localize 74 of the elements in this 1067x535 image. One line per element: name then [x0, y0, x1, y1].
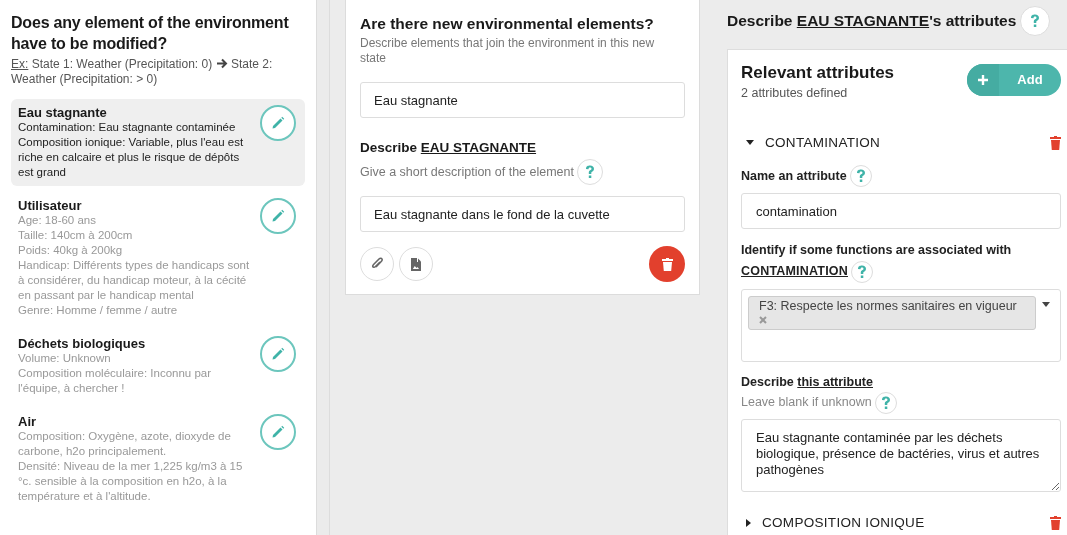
caret-down-icon	[746, 140, 754, 146]
help-button[interactable]	[849, 165, 872, 187]
remove-icon[interactable]	[759, 315, 767, 324]
delete-attribute-button[interactable]	[1050, 515, 1061, 530]
element-detail: Volume: Unknown	[18, 351, 112, 366]
field-label: Describe this attribute	[741, 373, 874, 391]
trash-icon	[1050, 135, 1061, 150]
help-icon	[857, 264, 867, 279]
element-detail: Composition ionique: Variable, plus l'eau est riche en calcaire et plus le risque de dépôts est grand	[18, 135, 245, 180]
functions-select[interactable]: F3: Respecte les normes sanitaires en vigueur	[741, 288, 1061, 362]
delete-attribute-button[interactable]	[1050, 135, 1061, 150]
edit-button[interactable]	[260, 414, 296, 450]
help-button[interactable]	[851, 260, 873, 283]
help-button[interactable]	[874, 391, 897, 414]
section-subtitle: Describe elements that join the environment in this new state	[360, 36, 656, 66]
edit-button[interactable]	[260, 336, 296, 372]
attribute-name-input[interactable]: contamination	[741, 193, 1061, 229]
pencil-icon	[271, 209, 285, 223]
help-icon	[585, 165, 595, 180]
delete-button[interactable]	[649, 246, 685, 283]
element-detail: Handicap: Différents types de handicaps sont à considérer, du handicap moteur, à la cécité en passant par le handicap mental	[18, 258, 251, 303]
help-icon	[1030, 14, 1041, 28]
element-item[interactable]: Eau stagnante Contamination: Eau stagnante contaminée Composition ionique: Variable, plus l'eau est riche en calcaire et plus le risque de dépôts est grand	[11, 99, 305, 186]
attach-button[interactable]	[360, 247, 394, 282]
field-label: Identify if some functions are associated with	[741, 242, 1013, 259]
trash-icon	[1050, 515, 1061, 530]
example-text: Ex: State 1: Weather (Precipitation: 0) State 2: Weather (Precipitation: > 0)	[11, 57, 274, 87]
image-file-icon	[411, 257, 421, 271]
help-icon	[855, 169, 866, 183]
section-title: Describe EAU STAGNANTE's attributes	[727, 11, 1017, 32]
element-link[interactable]: EAU STAGNANTE	[420, 140, 537, 155]
section-title: Are there new environmental elements?	[360, 14, 655, 34]
caret-right-icon	[746, 518, 751, 527]
element-name: Utilisateur	[18, 198, 83, 213]
element-detail: Age: 18-60 ans	[18, 213, 97, 228]
element-detail: Composition moléculaire: Inconnu par l'équipe, à chercher !	[18, 366, 213, 396]
attribute-link[interactable]: this attribute	[797, 374, 873, 389]
describe-label: Describe EAU STAGNANTE	[360, 139, 538, 157]
attribute-link[interactable]: CONTAMINATION	[741, 262, 848, 282]
attribute-toggle[interactable]: COMPOSITION IONIQUE	[741, 512, 925, 533]
pencil-icon	[271, 347, 285, 361]
pencil-icon	[271, 116, 285, 130]
help-icon	[880, 395, 891, 410]
image-file-button[interactable]	[399, 247, 433, 282]
element-detail: Genre: Homme / femme / autre	[18, 303, 179, 318]
plus-icon	[978, 75, 988, 85]
element-name: Air	[18, 414, 38, 429]
hint-text: Give a short description of the element	[360, 163, 574, 181]
edit-button[interactable]	[260, 198, 296, 234]
name-input[interactable]: Eau stagnante	[360, 82, 685, 118]
dropdown-caret-icon	[1042, 301, 1050, 307]
element-detail: Poids: 40kg à 200kg	[18, 243, 124, 258]
field-label: Name an attribute	[741, 167, 847, 185]
element-detail: Contamination: Eau stagnante contaminée	[18, 120, 237, 135]
element-link[interactable]: EAU STAGNANTE	[796, 12, 930, 30]
help-button[interactable]	[1020, 6, 1051, 36]
pencil-icon	[271, 425, 285, 439]
description-input[interactable]: Eau stagnante dans le fond de la cuvette	[360, 196, 685, 233]
element-detail: Densité: Niveau de la mer 1,225 kg/m3 à 15 °c. sensible à la composition en h2o, à la température et à l'altitude.	[18, 459, 244, 504]
element-name: Eau stagnante	[18, 105, 108, 120]
trash-icon	[661, 257, 673, 271]
help-button[interactable]	[577, 159, 603, 186]
element-detail: Taille: 140cm à 200cm	[18, 228, 134, 243]
element-name: Déchets biologiques	[18, 336, 147, 351]
attribute-description-textarea[interactable]: Eau stagnante contaminée par les déchets biologique, présence de bactéries, virus et autres pathogènes	[741, 418, 1061, 492]
edit-button[interactable]	[260, 105, 296, 141]
function-tag: F3: Respecte les normes sanitaires en vigueur	[748, 295, 1036, 330]
card-title: Relevant attributes	[741, 62, 895, 84]
attribute-count: 2 attributes defined	[741, 85, 849, 102]
hint-text: Leave blank if unknown	[741, 394, 872, 412]
arrow-right-icon	[215, 58, 228, 69]
attribute-toggle[interactable]: CONTAMINATION	[741, 132, 881, 153]
section-title: Does any element of the environment have to be modified?	[11, 13, 290, 54]
element-detail: Composition: Oxygène, azote, dioxyde de carbone, h2o principalement.	[18, 429, 232, 459]
